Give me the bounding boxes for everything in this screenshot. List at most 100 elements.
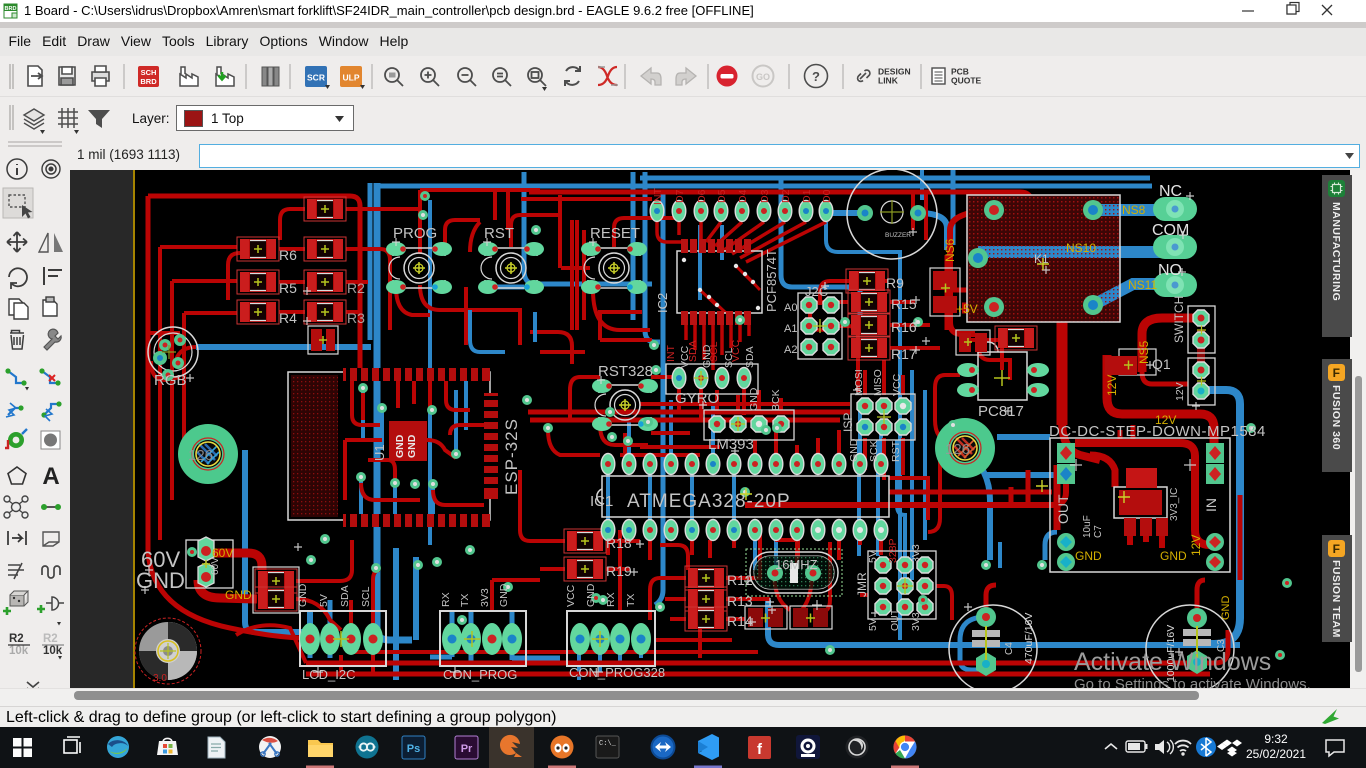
svg-text:RST328: RST328 [598,363,653,380]
svg-text:RGB: RGB [154,372,187,389]
svg-text:NS10: NS10 [1066,241,1096,255]
svg-text:IC1: IC1 [590,493,613,510]
svg-text:VCC: VCC [565,584,577,607]
svg-text:SCK: SCK [868,440,880,462]
svg-text:10k: 10k [43,645,63,657]
svg-text:12V: 12V [1174,382,1186,401]
svg-text:R2: R2 [9,633,24,645]
svg-text:16MHZ: 16MHZ [775,557,818,572]
svg-text:C4: C4 [1004,642,1015,655]
svg-text:GND: GND [1160,549,1187,563]
svg-text:BRD: BRD [140,77,157,86]
svg-text:ULP: ULP [343,73,360,83]
svg-text:F: F [1333,366,1341,380]
svg-text:D2: D2 [780,189,792,203]
svg-text:IC2: IC2 [655,293,670,313]
svg-text:NS8: NS8 [1122,203,1146,217]
svg-text:3V3: 3V3 [910,544,922,563]
svg-text:RST: RST [890,440,902,462]
svg-text:+5V: +5V [956,302,978,316]
svg-text:GND: GND [225,588,252,602]
svg-text:ESP-32S: ESP-32S [502,418,521,495]
svg-text:OUT: OUT [1055,494,1071,524]
svg-text:D7: D7 [674,189,686,203]
svg-text:INT: INT [652,188,664,206]
svg-text:12V: 12V [1105,375,1119,396]
svg-text:NS6: NS6 [943,238,957,262]
svg-text:RST: RST [484,225,514,242]
svg-text:D1: D1 [801,189,813,203]
svg-text:GND: GND [406,434,418,458]
svg-text:QUOTE: QUOTE [951,76,982,86]
svg-text:D3: D3 [759,189,771,203]
svg-text:COM: COM [1152,222,1189,239]
svg-text:5V: 5V [867,618,879,631]
svg-text:328P: 328P [887,538,899,563]
svg-text:C:\_: C:\_ [599,740,617,748]
svg-text:F: F [1333,542,1341,556]
svg-text:R12: R12 [727,572,753,588]
svg-text:RX: RX [440,592,452,607]
svg-text:3V3: 3V3 [479,588,491,607]
svg-text:D0: D0 [821,189,833,203]
svg-text:R13: R13 [727,593,753,609]
svg-text:D5: D5 [716,189,728,203]
svg-text:MOSI: MOSI [853,369,865,396]
svg-text:SDA: SDA [744,346,756,368]
svg-text:PROG: PROG [393,225,437,242]
svg-text:3V3: 3V3 [910,612,922,631]
svg-text:5V: 5V [867,550,879,563]
svg-text:BCK: BCK [770,389,782,411]
svg-text:126: 126 [188,447,213,464]
svg-text:LCD_I2C: LCD_I2C [302,667,355,682]
svg-text:GND: GND [1075,549,1102,563]
svg-text:470uF/16V: 470uF/16V [1023,613,1035,664]
svg-text:R3: R3 [347,310,365,326]
svg-text:Pr: Pr [461,743,473,755]
svg-text:LM393: LM393 [708,436,754,453]
svg-text:GND: GND [585,583,597,607]
svg-text:D4: D4 [737,189,749,203]
svg-text:NS5: NS5 [1137,340,1151,364]
svg-text:SCH: SCH [141,68,157,77]
svg-text:SWITCH: SWITCH [1172,296,1186,343]
svg-text:D6: D6 [696,189,708,203]
svg-text:TX: TX [459,594,471,607]
svg-text:R2: R2 [43,633,58,645]
svg-text:SDA: SDA [339,585,351,607]
svg-text:A: A [42,463,59,490]
svg-text:VCC: VCC [891,373,903,396]
svg-text:VCC: VCC [730,339,742,362]
svg-text:R16: R16 [891,319,917,335]
svg-text:R9: R9 [886,275,904,291]
svg-text:GND: GND [394,434,406,458]
svg-text:Q1: Q1 [1152,356,1171,372]
svg-text:BRD: BRD [5,6,17,12]
svg-text:JMR: JMR [855,572,869,597]
svg-text:OUT: OUT [889,608,901,631]
svg-text:10k: 10k [9,645,29,657]
svg-text:60V: 60V [212,546,233,560]
svg-text:?: ? [812,69,820,84]
svg-text:R4: R4 [279,310,297,326]
svg-text:SCL: SCL [708,341,720,362]
svg-text:GND: GND [297,583,309,607]
svg-text:GND: GND [748,387,760,411]
svg-text:NC: NC [1159,183,1182,200]
svg-text:CON_PROG328: CON_PROG328 [569,665,665,680]
svg-text:IN: IN [1203,498,1219,512]
svg-text:A1: A1 [784,323,797,335]
svg-text:RX: RX [605,592,617,607]
svg-text:5V: 5V [318,594,330,607]
svg-text:NO: NO [1158,262,1182,279]
svg-text:SDA: SDA [687,340,699,362]
svg-text:R18: R18 [606,535,632,551]
svg-text:SCL: SCL [360,586,372,607]
svg-text:ISP: ISP [841,413,855,432]
svg-text:GND: GND [136,568,185,593]
svg-text:GND: GND [498,583,510,607]
svg-text:A0: A0 [784,302,797,314]
svg-text:SCR: SCR [307,73,325,83]
svg-text:NS11: NS11 [1128,278,1157,292]
svg-text:MISO: MISO [872,369,884,396]
